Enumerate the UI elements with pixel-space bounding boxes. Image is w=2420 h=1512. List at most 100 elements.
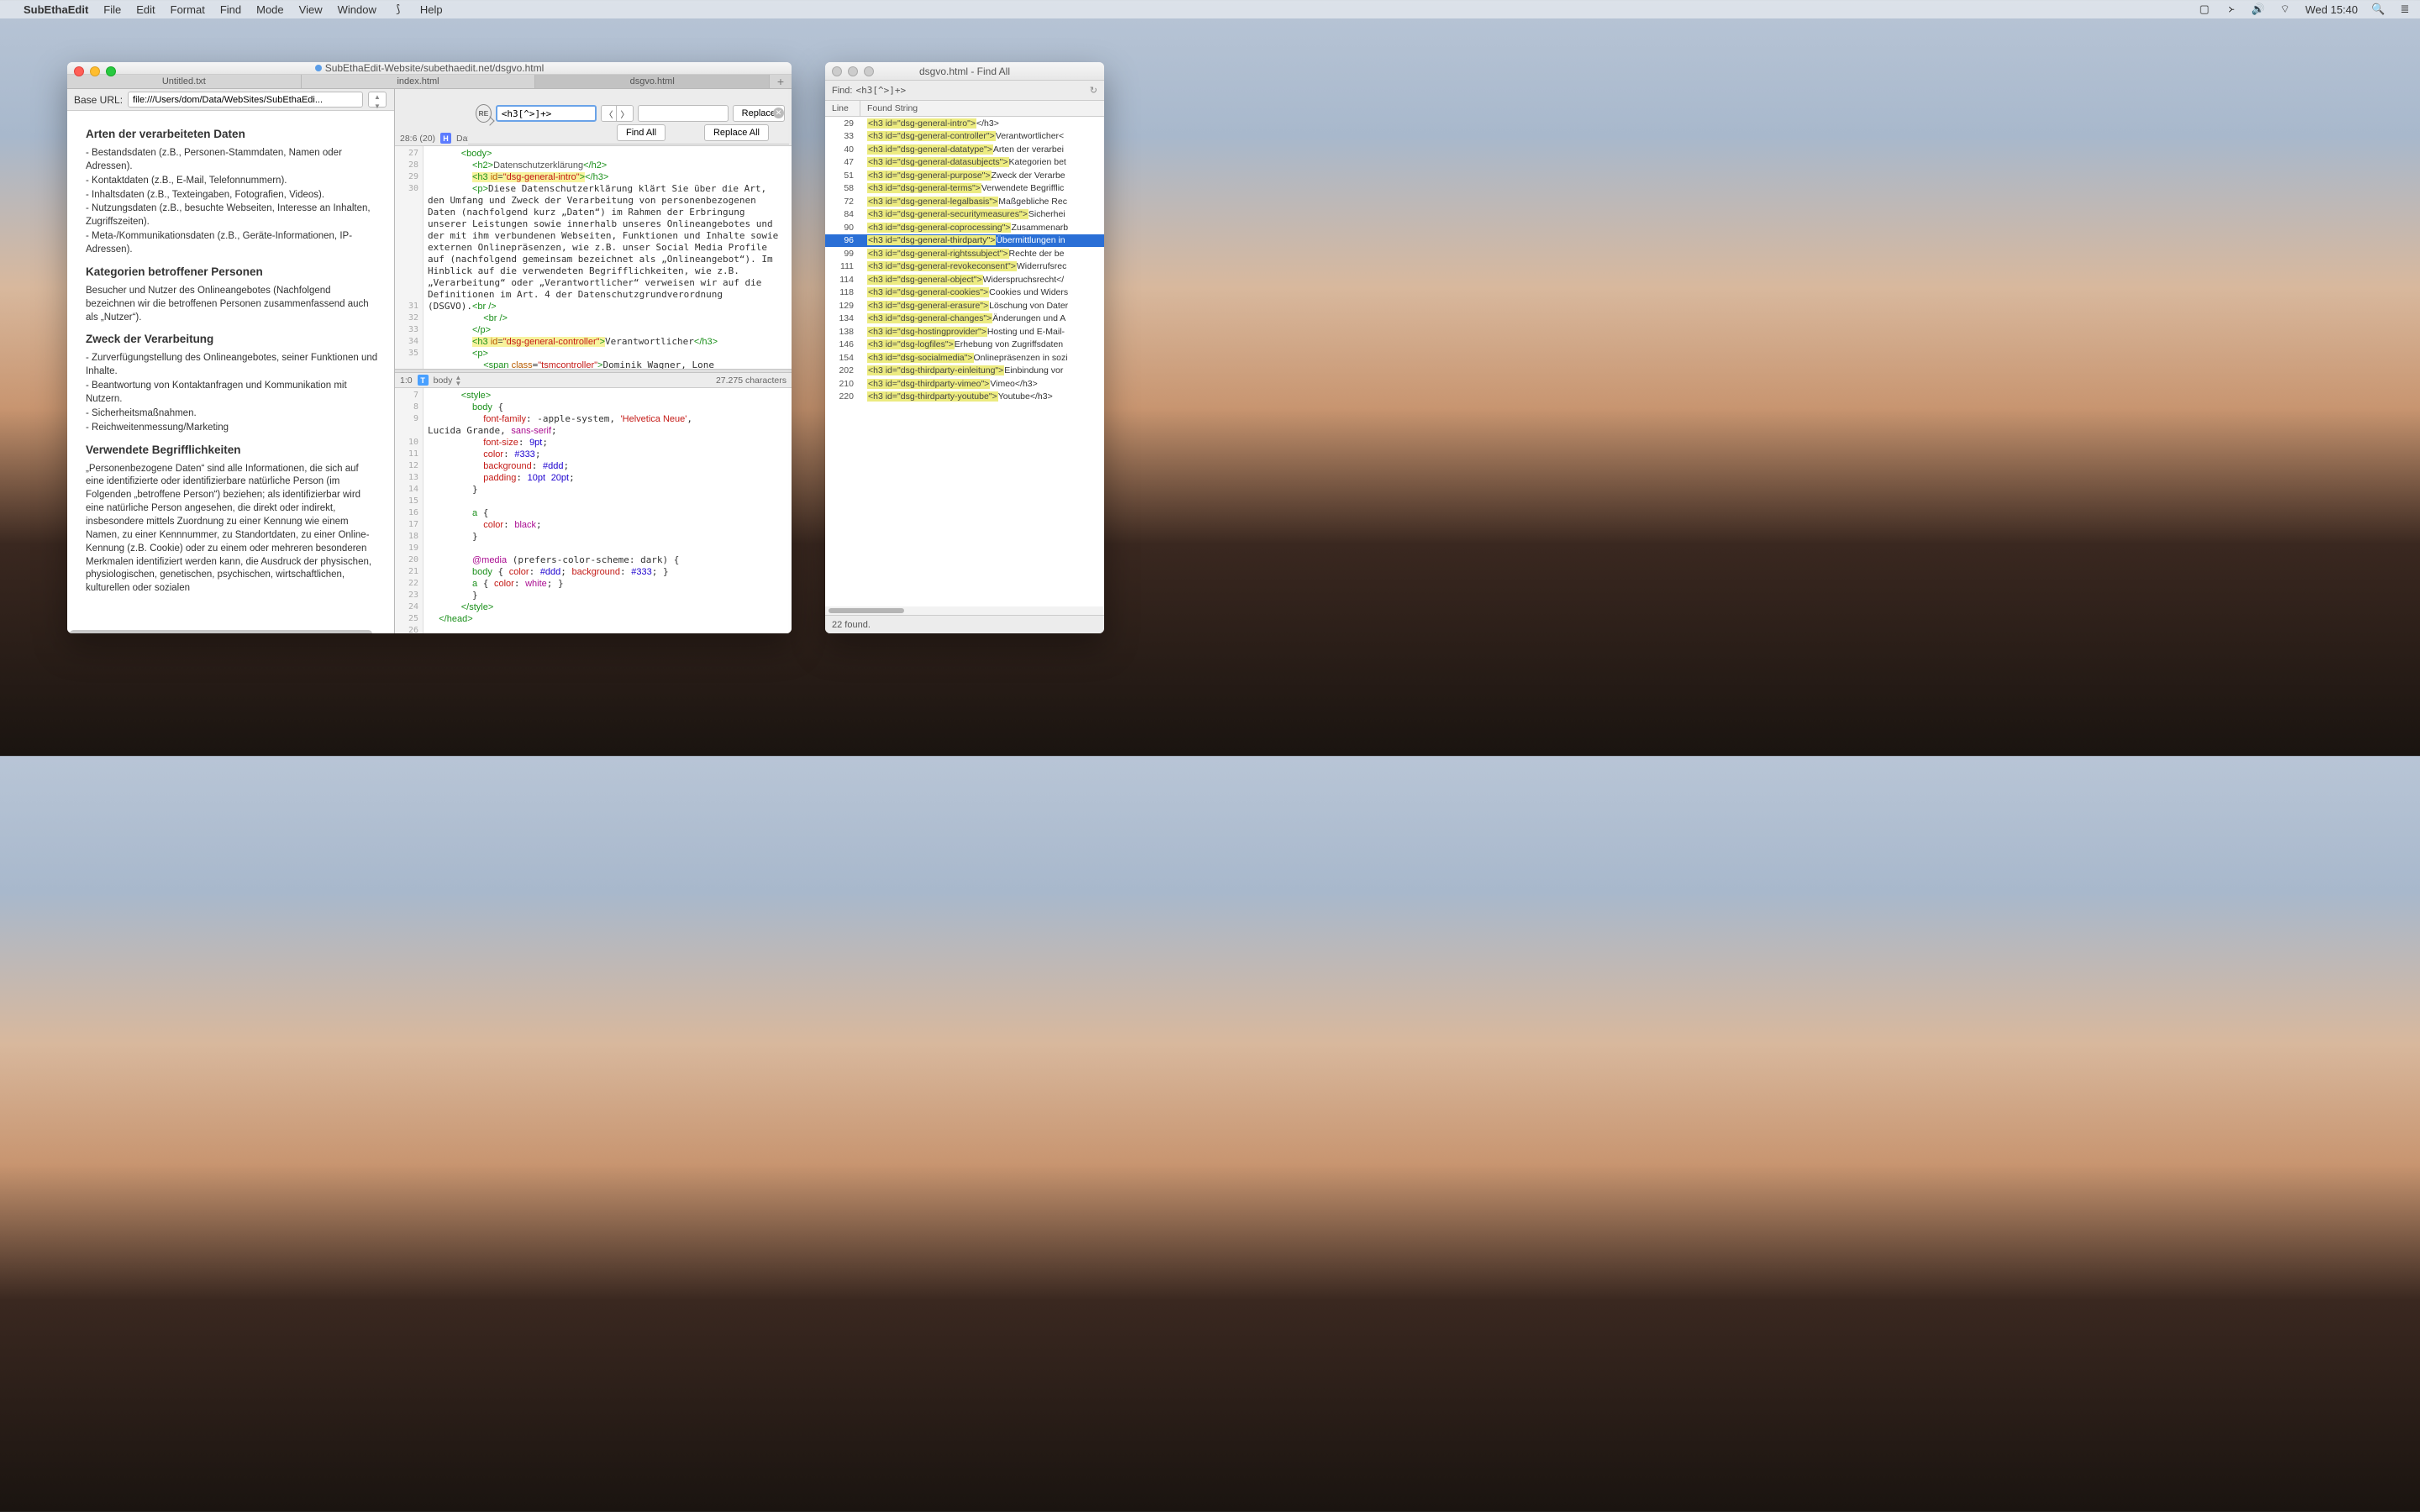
upper-gutter: 27282930 3132333435 36 [395, 146, 424, 369]
menu-find[interactable]: Find [220, 3, 241, 16]
find-zoom[interactable] [864, 66, 874, 76]
titlebar[interactable]: SubEthaEdit-Website/subethaedit.net/dsgv… [67, 62, 792, 75]
bluetooth-icon[interactable]: ᚛ [2224, 3, 2238, 16]
scripts-menu-icon[interactable]: ⟆ [392, 3, 405, 16]
find-results-list[interactable]: 29<h3 id="dsg-general-intro"></h3>33<h3 … [825, 117, 1104, 606]
lower-editor-status: 1:0 T body ▲▼ 27.275 characters [395, 373, 792, 388]
regex-icon[interactable]: RE [476, 104, 492, 123]
find-minimize[interactable] [848, 66, 858, 76]
menu-format[interactable]: Format [171, 3, 205, 16]
new-tab-button[interactable]: + [770, 75, 792, 88]
minimize-button[interactable] [90, 66, 100, 76]
menu-help[interactable]: Help [420, 3, 443, 16]
tab-dsgvo[interactable]: dsgvo.html [535, 75, 770, 88]
char-count-lower: 27.275 characters [716, 375, 786, 386]
lower-gutter: 789 1011121314151617181920212223242526 [395, 388, 424, 633]
menu-window[interactable]: Window [338, 3, 376, 16]
find-result-row[interactable]: 202<h3 id="dsg-thirdparty-einleitung">Ei… [825, 365, 1104, 378]
preview-h-purpose: Zweck der Verarbeitung [86, 333, 379, 345]
find-result-row[interactable]: 58<h3 id="dsg-general-terms">Verwendete … [825, 182, 1104, 196]
menubar: SubEthaEdit File Edit Format Find Mode V… [0, 0, 2420, 18]
find-all-button[interactable]: Find All [617, 124, 666, 141]
find-result-row[interactable]: 29<h3 id="dsg-general-intro"></h3> [825, 117, 1104, 130]
document-proxy-icon[interactable] [315, 65, 322, 71]
find-result-row[interactable]: 90<h3 id="dsg-general-coprocessing">Zusa… [825, 221, 1104, 234]
cursor-position: 28:6 (20) [400, 134, 435, 144]
find-input[interactable] [496, 105, 597, 122]
lower-code-editor[interactable]: 789 1011121314151617181920212223242526 <… [395, 388, 792, 633]
upper-code-editor[interactable]: 27282930 3132333435 36 <body> <h2>Datens… [395, 146, 792, 369]
tab-untitled[interactable]: Untitled.txt [67, 75, 302, 88]
airplay-icon[interactable]: ▢ [2197, 3, 2211, 16]
base-url-label: Base URL: [74, 94, 123, 106]
clock[interactable]: Wed 15:40 [2305, 3, 2358, 16]
find-column-headers: Line Found String [825, 101, 1104, 117]
find-prev-button[interactable]: 〈 [602, 106, 618, 121]
find-footer: 22 found. [825, 615, 1104, 633]
upper-code-text[interactable]: <body> <h2>Datenschutzerklärung</h2> <h3… [424, 146, 792, 369]
menu-file[interactable]: File [103, 3, 121, 16]
menu-edit[interactable]: Edit [136, 3, 155, 16]
preview-h-terms: Verwendete Begrifflichkeiten [86, 444, 379, 456]
find-prev-next: 〈 〉 [601, 105, 634, 122]
replace-input[interactable] [638, 105, 729, 122]
find-result-row[interactable]: 114<h3 id="dsg-general-object">Widerspru… [825, 273, 1104, 286]
base-url-bar: Base URL: ▲▼ [67, 89, 394, 111]
find-result-row[interactable]: 72<h3 id="dsg-general-legalbasis">Maßgeb… [825, 195, 1104, 208]
find-h-scrollbar[interactable] [825, 606, 1104, 615]
close-button[interactable] [74, 66, 84, 76]
find-result-row[interactable]: 154<h3 id="dsg-socialmedia">Onlinepräsen… [825, 351, 1104, 365]
replace-all-button[interactable]: Replace All [704, 124, 769, 141]
find-result-row[interactable]: 146<h3 id="dsg-logfiles">Erhebung von Zu… [825, 339, 1104, 352]
base-url-stepper[interactable]: ▲▼ [368, 92, 387, 108]
col-found[interactable]: Found String [860, 101, 1104, 116]
find-close-button[interactable]: ✕ [773, 108, 784, 118]
base-url-input[interactable] [128, 92, 363, 108]
find-result-row[interactable]: 33<h3 id="dsg-general-controller">Verant… [825, 130, 1104, 144]
preview-h-categories: Kategorien betroffener Personen [86, 265, 379, 278]
find-result-row[interactable]: 51<h3 id="dsg-general-purpose">Zweck der… [825, 169, 1104, 182]
find-titlebar[interactable]: dsgvo.html - Find All [825, 62, 1104, 81]
find-result-row[interactable]: 99<h3 id="dsg-general-rightssubject">Rec… [825, 247, 1104, 260]
find-result-row[interactable]: 138<h3 id="dsg-hostingprovider">Hosting … [825, 325, 1104, 339]
section-badge-t[interactable]: T [418, 375, 429, 386]
find-result-row[interactable]: 129<h3 id="dsg-general-erasure">Löschung… [825, 299, 1104, 312]
find-result-row[interactable]: 118<h3 id="dsg-general-cookies">Cookies … [825, 286, 1104, 300]
spotlight-icon[interactable]: 🔍 [2371, 3, 2385, 16]
find-window-title: dsgvo.html - Find All [919, 66, 1010, 77]
reload-icon[interactable]: ↻ [1090, 85, 1097, 96]
symbol-popup-lower[interactable]: body ▲▼ [434, 375, 462, 386]
volume-icon[interactable]: 🔊 [2251, 3, 2265, 16]
lower-code-text[interactable]: <style> body { font-family: -apple-syste… [424, 388, 792, 633]
editor-window: SubEthaEdit-Website/subethaedit.net/dsgv… [67, 62, 792, 633]
find-result-row[interactable]: 40<h3 id="dsg-general-datatype">Arten de… [825, 143, 1104, 156]
preview-pane: Base URL: ▲▼ Arten der verarbeiteten Dat… [67, 89, 395, 633]
find-result-row[interactable]: 84<h3 id="dsg-general-securitymeasures">… [825, 208, 1104, 222]
preview-h-scrollbar[interactable] [70, 630, 372, 633]
editor-column: 28:6 (20) H Datenschutzerklärung ▲▼ 27.2… [395, 89, 792, 633]
find-result-row[interactable]: 111<h3 id="dsg-general-revokeconsent">Wi… [825, 260, 1104, 274]
find-pattern-display: Find: <h3[^>]+> ↻ [825, 81, 1104, 101]
preview-h-datatypes: Arten der verarbeiteten Daten [86, 128, 379, 140]
window-title: SubEthaEdit-Website/subethaedit.net/dsgv… [325, 62, 544, 74]
col-line[interactable]: Line [825, 101, 860, 116]
find-result-row[interactable]: 220<h3 id="dsg-thirdparty-youtube">Youtu… [825, 391, 1104, 404]
menu-view[interactable]: View [299, 3, 323, 16]
traffic-lights [74, 66, 116, 76]
section-badge-h[interactable]: H [440, 133, 451, 144]
find-result-row[interactable]: 96<h3 id="dsg-general-thirdparty">Übermi… [825, 234, 1104, 248]
find-next-button[interactable]: 〉 [617, 106, 632, 121]
cursor-position-lower: 1:0 [400, 375, 413, 386]
wifi-icon[interactable]: ⌔ [2278, 3, 2291, 16]
find-result-row[interactable]: 47<h3 id="dsg-general-datasubjects">Kate… [825, 156, 1104, 170]
find-bar: RE 〈 〉 Replace Find All Replace All ✕ [468, 102, 789, 144]
menu-list-icon[interactable]: ≣ [2398, 3, 2412, 16]
find-result-row[interactable]: 134<h3 id="dsg-general-changes">Änderung… [825, 312, 1104, 326]
tab-bar: Untitled.txt index.html dsgvo.html + [67, 75, 792, 89]
zoom-button[interactable] [106, 66, 116, 76]
menu-mode[interactable]: Mode [256, 3, 284, 16]
app-name[interactable]: SubEthaEdit [24, 3, 88, 16]
tab-index[interactable]: index.html [302, 75, 536, 88]
find-close-window[interactable] [832, 66, 842, 76]
find-result-row[interactable]: 210<h3 id="dsg-thirdparty-vimeo">Vimeo</… [825, 377, 1104, 391]
